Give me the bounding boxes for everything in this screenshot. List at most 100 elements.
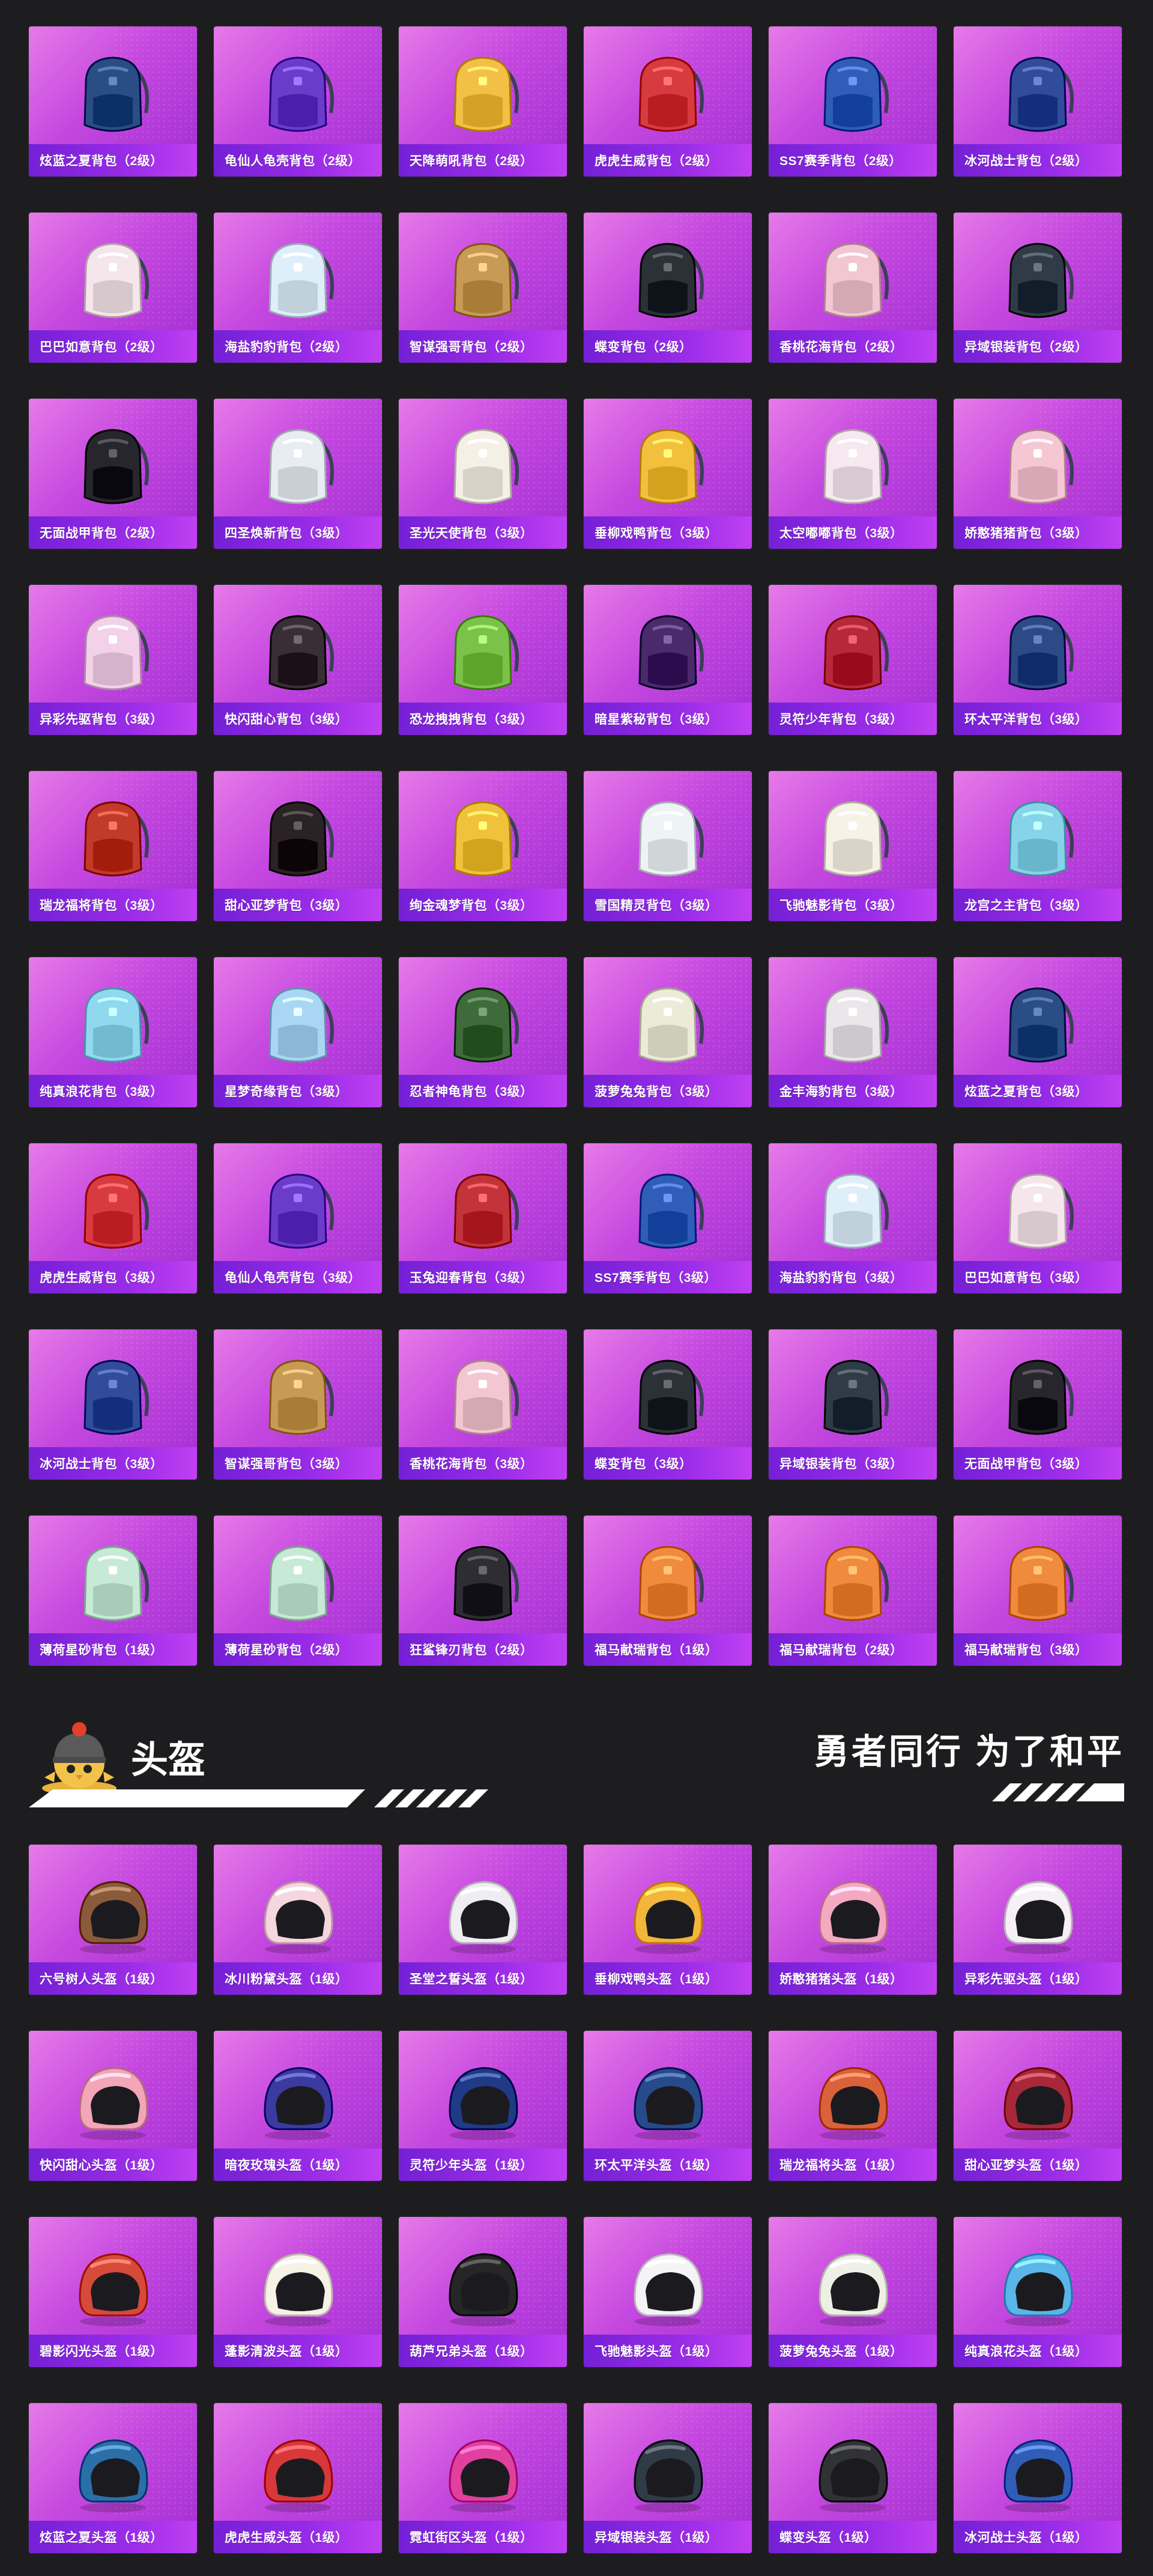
helmet-label-bar: 蝶变头盔（1级） bbox=[769, 2521, 937, 2553]
helmet-card[interactable]: 菠萝兔兔头盔（1级） bbox=[769, 2217, 937, 2367]
backpack-card[interactable]: 无面战甲背包（2级） bbox=[29, 399, 197, 549]
backpack-card[interactable]: 炫蓝之夏背包（2级） bbox=[29, 26, 197, 177]
backpack-label-bar: 虎虎生威背包（3级） bbox=[29, 1261, 197, 1293]
helmet-card[interactable]: 甜心亚梦头盔（1级） bbox=[954, 2031, 1122, 2181]
backpack-label-bar: SS7赛季背包（3级） bbox=[584, 1261, 752, 1293]
backpack-card[interactable]: 飞驰魅影背包（3级） bbox=[769, 771, 937, 921]
helmet-card[interactable]: 蝶变头盔（1级） bbox=[769, 2403, 937, 2553]
helmet-card[interactable]: 圣堂之誓头盔（1级） bbox=[399, 1845, 567, 1995]
helmet-card[interactable]: 冰河战士头盔（1级） bbox=[954, 2403, 1122, 2553]
backpack-card[interactable]: 纯真浪花背包（3级） bbox=[29, 957, 197, 1107]
backpack-name: 圣光天使背包（3级） bbox=[410, 527, 533, 540]
backpack-card[interactable]: 无面战甲背包（3级） bbox=[954, 1329, 1122, 1480]
helmet-icon bbox=[1003, 1881, 1073, 1954]
backpack-card[interactable]: 天降萌吼背包（2级） bbox=[399, 26, 567, 177]
backpack-card[interactable]: 快闪甜心背包（3级） bbox=[214, 585, 382, 735]
backpack-card[interactable]: 恐龙拽拽背包（3级） bbox=[399, 585, 567, 735]
helmet-card[interactable]: 飞驰魅影头盔（1级） bbox=[584, 2217, 752, 2367]
helmet-card[interactable]: 瑞龙福将头盔（1级） bbox=[769, 2031, 937, 2181]
backpack-label-bar: 虎虎生威背包（2级） bbox=[584, 144, 752, 177]
backpack-card[interactable]: 炫蓝之夏背包（3级） bbox=[954, 957, 1122, 1107]
backpack-card[interactable]: 太空嘟嘟背包（3级） bbox=[769, 399, 937, 549]
backpack-card[interactable]: 智谋强哥背包（2级） bbox=[399, 213, 567, 363]
backpack-card[interactable]: 异域银装背包（3级） bbox=[769, 1329, 937, 1480]
helmet-card[interactable]: 葫芦兄弟头盔（1级） bbox=[399, 2217, 567, 2367]
backpack-card[interactable]: 智谋强哥背包（3级） bbox=[214, 1329, 382, 1480]
helmet-card[interactable]: 异域银装头盔（1级） bbox=[584, 2403, 752, 2553]
helmet-card[interactable]: 灵符少年头盔（1级） bbox=[399, 2031, 567, 2181]
backpack-card[interactable]: 环太平洋背包（3级） bbox=[954, 585, 1122, 735]
backpack-card[interactable]: 菠萝兔兔背包（3级） bbox=[584, 957, 752, 1107]
helmet-card[interactable]: 碧影闪光头盔（1级） bbox=[29, 2217, 197, 2367]
backpack-icon bbox=[268, 1546, 334, 1621]
backpack-card[interactable]: 香桃花海背包（2级） bbox=[769, 213, 937, 363]
backpack-name: SS7赛季背包（3级） bbox=[595, 1271, 717, 1285]
helmet-card[interactable]: 虎虎生威头盔（1级） bbox=[214, 2403, 382, 2553]
backpack-card[interactable]: 灵符少年背包（3级） bbox=[769, 585, 937, 735]
backpack-name: 暗星紫秘背包（3级） bbox=[595, 713, 718, 727]
backpack-card[interactable]: 狂鲨锋刃背包（2级） bbox=[399, 1516, 567, 1666]
helmet-card[interactable]: 快闪甜心头盔（1级） bbox=[29, 2031, 197, 2181]
backpack-card[interactable]: 龟仙人龟壳背包（3级） bbox=[214, 1143, 382, 1293]
backpack-card[interactable]: 福马献瑞背包（3级） bbox=[954, 1516, 1122, 1666]
backpack-name: 快闪甜心背包（3级） bbox=[225, 713, 348, 727]
backpack-card[interactable]: 异彩先驱背包（3级） bbox=[29, 585, 197, 735]
backpack-card[interactable]: 甜心亚梦背包（3级） bbox=[214, 771, 382, 921]
helmet-name: 垂柳戏鸭头盔（1级） bbox=[595, 1973, 718, 1986]
backpack-card[interactable]: SS7赛季背包（2级） bbox=[769, 26, 937, 177]
backpack-card[interactable]: 薄荷星砂背包（2级） bbox=[214, 1516, 382, 1666]
backpack-card[interactable]: SS7赛季背包（3级） bbox=[584, 1143, 752, 1293]
backpack-label-bar: 异彩先驱背包（3级） bbox=[29, 703, 197, 735]
helmet-card[interactable]: 六号树人头盔（1级） bbox=[29, 1845, 197, 1995]
backpack-card[interactable]: 忍者神龟背包（3级） bbox=[399, 957, 567, 1107]
backpack-card[interactable]: 冰河战士背包（3级） bbox=[29, 1329, 197, 1480]
backpack-card[interactable]: 蝶变背包（2级） bbox=[584, 213, 752, 363]
backpack-card[interactable]: 福马献瑞背包（2级） bbox=[769, 1516, 937, 1666]
helmet-card[interactable]: 蓬影清波头盔（1级） bbox=[214, 2217, 382, 2367]
backpack-label-bar: 龟仙人龟壳背包（2级） bbox=[214, 144, 382, 177]
backpack-card[interactable]: 垂柳戏鸭背包（3级） bbox=[584, 399, 752, 549]
backpack-card[interactable]: 薄荷星砂背包（1级） bbox=[29, 1516, 197, 1666]
backpack-icon bbox=[453, 1546, 519, 1621]
helmet-card[interactable]: 冰川粉黛头盔（1级） bbox=[214, 1845, 382, 1995]
backpack-card[interactable]: 圣光天使背包（3级） bbox=[399, 399, 567, 549]
backpack-card[interactable]: 玉兔迎春背包（3级） bbox=[399, 1143, 567, 1293]
backpack-card[interactable]: 香桃花海背包（3级） bbox=[399, 1329, 567, 1480]
helmet-card[interactable]: 娇憨猪猪头盔（1级） bbox=[769, 1845, 937, 1995]
backpack-card[interactable]: 龙宫之主背包（3级） bbox=[954, 771, 1122, 921]
backpack-name: 智谋强哥背包（2级） bbox=[410, 340, 533, 354]
helmet-card[interactable]: 炫蓝之夏头盔（1级） bbox=[29, 2403, 197, 2553]
backpack-card[interactable]: 瑞龙福将背包（3级） bbox=[29, 771, 197, 921]
backpack-card[interactable]: 巴巴如意背包（2级） bbox=[29, 213, 197, 363]
backpack-card[interactable]: 绚金魂梦背包（3级） bbox=[399, 771, 567, 921]
backpack-card[interactable]: 海盐豹豹背包（3级） bbox=[769, 1143, 937, 1293]
helmet-name: 异彩先驱头盔（1级） bbox=[964, 1973, 1088, 1986]
backpack-card[interactable]: 异域银装背包（2级） bbox=[954, 213, 1122, 363]
backpack-card[interactable]: 虎虎生威背包（2级） bbox=[584, 26, 752, 177]
helmet-name: 甜心亚梦头盔（1级） bbox=[964, 2159, 1088, 2172]
backpack-card[interactable]: 龟仙人龟壳背包（2级） bbox=[214, 26, 382, 177]
helmet-card[interactable]: 暗夜玫瑰头盔（1级） bbox=[214, 2031, 382, 2181]
backpack-label-bar: 福马献瑞背包（3级） bbox=[954, 1633, 1122, 1666]
backpack-card[interactable]: 蝶变背包（3级） bbox=[584, 1329, 752, 1480]
backpack-card[interactable]: 海盐豹豹背包（2级） bbox=[214, 213, 382, 363]
backpack-name: 狂鲨锋刃背包（2级） bbox=[410, 1643, 533, 1657]
helmet-card[interactable]: 异彩先驱头盔（1级） bbox=[954, 1845, 1122, 1995]
backpack-icon bbox=[268, 243, 334, 318]
backpack-card[interactable]: 虎虎生威背包（3级） bbox=[29, 1143, 197, 1293]
backpack-card[interactable]: 巴巴如意背包（3级） bbox=[954, 1143, 1122, 1293]
backpack-card[interactable]: 星梦奇缘背包（3级） bbox=[214, 957, 382, 1107]
helmet-card[interactable]: 纯真浪花头盔（1级） bbox=[954, 2217, 1122, 2367]
backpack-card[interactable]: 雪国精灵背包（3级） bbox=[584, 771, 752, 921]
backpack-card[interactable]: 金丰海豹背包（3级） bbox=[769, 957, 937, 1107]
backpack-card[interactable]: 冰河战士背包（2级） bbox=[954, 26, 1122, 177]
backpack-card[interactable]: 娇憨猪猪背包（3级） bbox=[954, 399, 1122, 549]
helmet-card[interactable]: 垂柳戏鸭头盔（1级） bbox=[584, 1845, 752, 1995]
helmet-name: 虎虎生威头盔（1级） bbox=[225, 2531, 348, 2545]
backpack-card[interactable]: 福马献瑞背包（1级） bbox=[584, 1516, 752, 1666]
helmet-card[interactable]: 环太平洋头盔（1级） bbox=[584, 2031, 752, 2181]
backpack-card[interactable]: 四圣焕新背包（3级） bbox=[214, 399, 382, 549]
backpack-label-bar: 智谋强哥背包（2级） bbox=[399, 330, 567, 363]
backpack-card[interactable]: 暗星紫秘背包（3级） bbox=[584, 585, 752, 735]
helmet-card[interactable]: 霓虹街区头盔（1级） bbox=[399, 2403, 567, 2553]
